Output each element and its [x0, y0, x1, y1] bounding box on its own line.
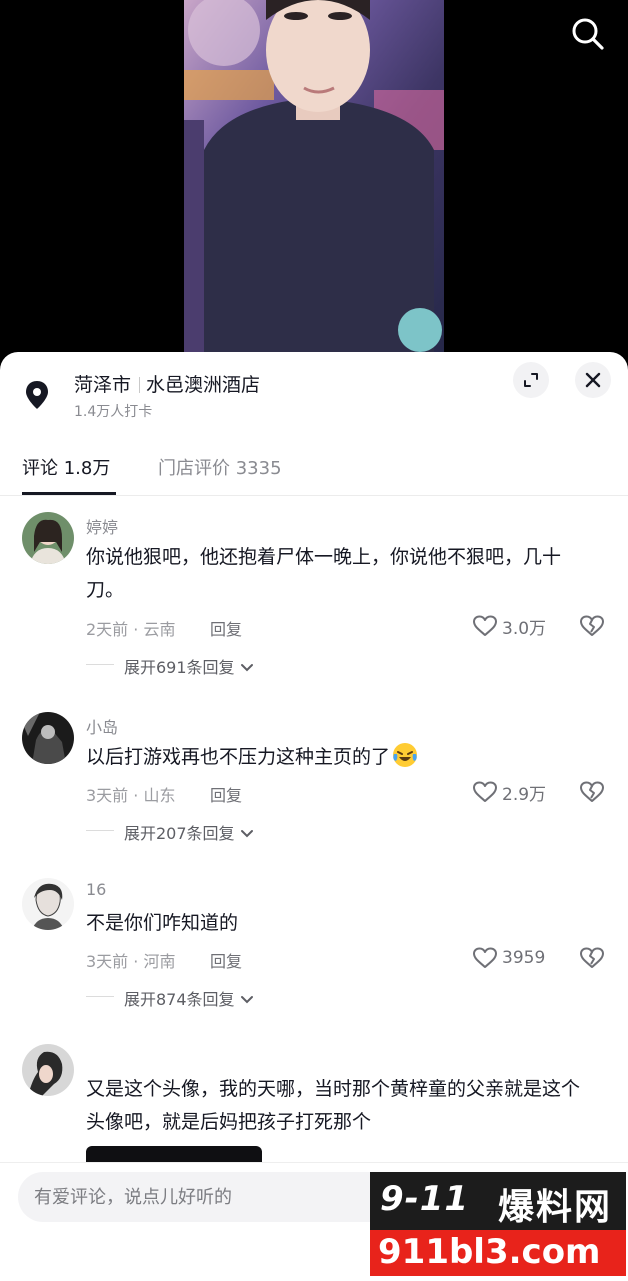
expand-replies-label: 展开874条回复 — [124, 990, 235, 1009]
expand-replies-label: 展开691条回复 — [124, 658, 235, 677]
watermark-logo: 9-11 爆料网 911bl3.com — [370, 1172, 626, 1276]
expand-replies-button[interactable]: 展开691条回复 — [124, 654, 254, 678]
like-count: 3959 — [502, 948, 546, 968]
video-frame[interactable] — [184, 0, 444, 352]
location-title[interactable]: 菏泽市 水邑澳洲酒店 — [74, 370, 260, 397]
location-city: 菏泽市 — [74, 374, 132, 396]
tab-divider — [0, 495, 628, 496]
watermark-url: 911bl3.com — [378, 1232, 601, 1272]
watermark-logo-mark: 9-11 — [380, 1179, 470, 1219]
dislike-button[interactable] — [579, 779, 605, 805]
like-button[interactable]: 3959 — [472, 945, 545, 971]
avatar[interactable] — [22, 712, 74, 764]
expand-replies-button[interactable]: 展开874条回复 — [124, 986, 254, 1010]
checkin-count: 1.4万人打卡 — [74, 404, 153, 420]
close-icon — [585, 372, 601, 388]
expand-replies-button[interactable]: 展开207条回复 — [124, 820, 254, 844]
reply-button[interactable]: 回复 — [210, 782, 242, 806]
broken-heart-icon — [580, 615, 604, 636]
video-person-image — [184, 0, 444, 352]
comment-time-location: 3天前 · 山东 — [86, 786, 176, 805]
crying-laughing-emoji-icon — [392, 742, 418, 779]
comment-text: 以后打游戏再也不压力这种主页的了 — [86, 746, 391, 768]
tab-store-reviews[interactable]: 门店评价 3335 — [158, 454, 282, 480]
chevron-down-icon — [240, 996, 253, 1004]
heart-icon — [473, 947, 497, 968]
tab-comments[interactable]: 评论 1.8万 — [22, 454, 110, 480]
expand-replies-label: 展开207条回复 — [124, 824, 235, 843]
search-icon — [572, 18, 604, 50]
chevron-down-icon — [240, 664, 253, 672]
search-button[interactable] — [570, 16, 606, 52]
heart-icon — [473, 615, 497, 636]
broken-heart-icon — [580, 781, 604, 802]
video-area[interactable] — [0, 0, 628, 370]
like-count: 3.0万 — [502, 618, 547, 639]
like-button[interactable]: 2.9万 — [472, 779, 546, 805]
reply-button[interactable]: 回复 — [210, 616, 242, 640]
expand-icon — [524, 373, 538, 387]
heart-icon — [473, 781, 497, 802]
expand-button[interactable] — [513, 362, 549, 398]
comment-text: 你说他狠吧，他还抱着尸体一晚上，你说他不狠吧，几十刀。 — [86, 546, 562, 601]
comment-text: 又是这个头像，我的天哪，当时那个黄梓童的父亲就是这个头像吧，就是后妈把孩子打死那… — [86, 1078, 581, 1133]
like-button[interactable]: 3.0万 — [472, 613, 546, 639]
watermark-bottom: 911bl3.com — [370, 1230, 626, 1276]
dislike-button[interactable] — [579, 613, 605, 639]
comment-text: 不是你们咋知道的 — [86, 912, 239, 934]
comment-username[interactable]: 婷婷 — [86, 514, 118, 538]
watermark-name: 爆料网 — [498, 1187, 613, 1228]
dislike-button[interactable] — [579, 945, 605, 971]
expand-divider — [86, 830, 114, 831]
broken-heart-icon — [580, 947, 604, 968]
comment-time-location: 2天前 · 云南 — [86, 620, 176, 639]
chevron-down-icon — [240, 830, 253, 838]
avatar[interactable] — [22, 1044, 74, 1096]
comment-time-location: 3天前 · 河南 — [86, 952, 176, 971]
reply-button[interactable]: 回复 — [210, 948, 242, 972]
close-button[interactable] — [575, 362, 611, 398]
expand-divider — [86, 996, 114, 997]
location-name: 水邑澳洲酒店 — [146, 374, 261, 396]
avatar[interactable] — [22, 512, 74, 564]
avatar[interactable] — [22, 878, 74, 930]
comment-username[interactable]: 16 — [86, 880, 106, 899]
comment-username[interactable]: 小岛 — [86, 714, 118, 738]
comment-text-row: 以后打游戏再也不压力这种主页的了 — [86, 741, 418, 779]
title-separator — [139, 377, 141, 393]
watermark-top: 9-11 爆料网 — [370, 1172, 626, 1230]
like-count: 2.9万 — [502, 784, 547, 805]
expand-divider — [86, 664, 114, 665]
location-pin-icon — [22, 377, 52, 413]
